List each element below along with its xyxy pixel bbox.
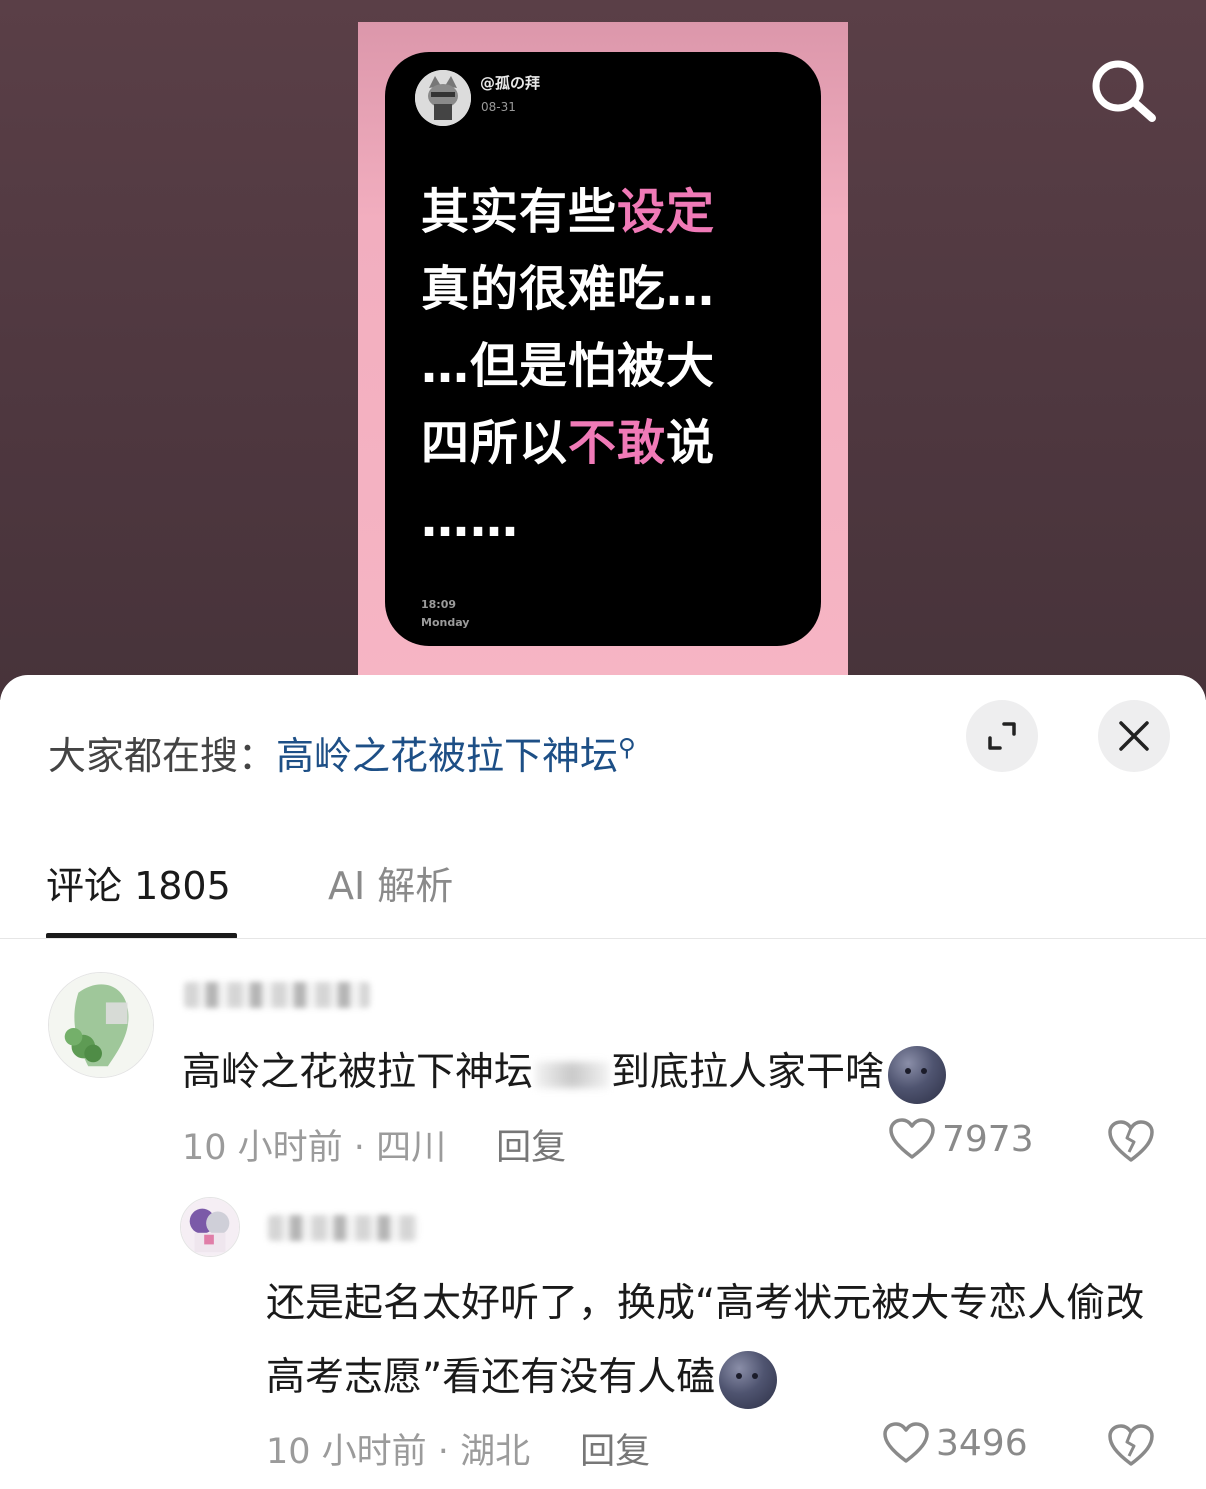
close-button[interactable] (1098, 700, 1170, 772)
poster-username: @孤の拜 (480, 74, 541, 92)
dislike-button[interactable] (1106, 1118, 1156, 1164)
comment-sheet: 大家都在搜：高岭之花被拉下神坛⚲ 评论 1805 AI 解析 高岭之花被拉下神坛… (0, 675, 1206, 1489)
moon-face-icon (719, 1350, 778, 1409)
like-count: 3496 (936, 1422, 1028, 1464)
comment-time: 10 小时前 (182, 1128, 343, 1168)
video-poster: @孤の拜 08-31 其实有些设定 真的很难吃… …但是怕被大 四所以不敢说…… 18… (358, 22, 848, 682)
comment-time: 10 小时前 (266, 1432, 427, 1472)
post-card: @孤の拜 08-31 其实有些设定 真的很难吃… …但是怕被大 四所以不敢说…… 18… (385, 52, 821, 646)
caption-line: …… (421, 482, 801, 559)
video-player[interactable]: @孤の拜 08-31 其实有些设定 真的很难吃… …但是怕被大 四所以不敢说…… 18… (0, 0, 1206, 700)
poster-clock: 18:09 Monday (421, 596, 469, 632)
dislike-button[interactable] (1106, 1422, 1156, 1468)
poster-day: Monday (421, 616, 470, 629)
reply-button[interactable]: 回复 (496, 1128, 566, 1168)
poster-avatar (415, 70, 471, 126)
expand-button[interactable] (966, 700, 1038, 772)
heart-icon (889, 1118, 935, 1159)
heart-icon (883, 1422, 929, 1463)
reply-button[interactable]: 回复 (580, 1432, 650, 1472)
caption-text: 说 (666, 415, 716, 471)
broken-heart-icon (1108, 1424, 1154, 1466)
like-count: 7973 (942, 1118, 1034, 1160)
caption-highlight: 不敢 (568, 415, 667, 471)
caption-text: …… (421, 492, 519, 548)
blurred-text (535, 1061, 610, 1088)
caption-text: 其实有些 (421, 184, 618, 240)
comment-text-part: 到底拉人家干啥 (611, 1050, 885, 1095)
poster-time: 18:09 (421, 598, 457, 611)
caption-line: 其实有些设定 (421, 174, 801, 251)
suggestion-link[interactable]: 高岭之花被拉下神坛 (276, 734, 618, 778)
caption-line: 四所以不敢说 (421, 405, 801, 482)
small-search-icon[interactable]: ⚲ (618, 733, 636, 761)
moon-face-icon (888, 1045, 947, 1104)
comment-text: 还是起名太好听了，换成“高考状元被大专恋人偷改高考志愿”看还有没有人磕 (266, 1267, 1166, 1415)
commenter-name-blurred[interactable] (268, 1215, 418, 1241)
poster-date: 08-31 (481, 100, 516, 114)
close-icon (1119, 721, 1149, 751)
comment-location: 四川 (376, 1128, 447, 1168)
caption-line: 真的很难吃… (421, 251, 801, 328)
caption-highlight: 设定 (617, 184, 716, 240)
commenter-name-blurred[interactable] (184, 982, 370, 1008)
caption-text: 四所以 (421, 415, 569, 471)
like-button[interactable]: 7973 (888, 1117, 1034, 1161)
comment-text: 高岭之花被拉下神坛 到底拉人家干啥 (182, 1041, 947, 1104)
comment-location: 湖北 (460, 1432, 531, 1472)
comment-meta: 10 小时前 · 湖北 回复 (266, 1432, 651, 1472)
tab-divider (0, 938, 1206, 939)
tab-ai-analysis[interactable]: AI 解析 (328, 855, 453, 910)
caption-text: 真的很难吃… (421, 261, 716, 317)
suggestion-prefix: 大家都在搜： (48, 734, 277, 778)
tab-comments[interactable]: 评论 1805 (46, 855, 231, 910)
caption-text: …但是怕被大 (421, 338, 716, 394)
search-icon[interactable] (1088, 56, 1158, 126)
expand-icon (988, 722, 1016, 750)
like-button[interactable]: 3496 (882, 1421, 1028, 1465)
caption-line: …但是怕被大 (421, 328, 801, 405)
comment-text-part: 还是起名太好听了，换成“高考状元被大专恋人偷改高考志愿”看还有没有人磕 (266, 1281, 1145, 1400)
comment-text-part: 高岭之花被拉下神坛 (182, 1050, 534, 1095)
comment-meta: 10 小时前 · 四川 回复 (182, 1128, 567, 1168)
poster-caption: 其实有些设定 真的很难吃… …但是怕被大 四所以不敢说…… (421, 174, 801, 559)
avatar[interactable] (48, 972, 154, 1078)
avatar[interactable] (180, 1197, 240, 1257)
search-suggestion: 大家都在搜：高岭之花被拉下神坛⚲ (48, 725, 636, 780)
broken-heart-icon (1108, 1120, 1154, 1162)
